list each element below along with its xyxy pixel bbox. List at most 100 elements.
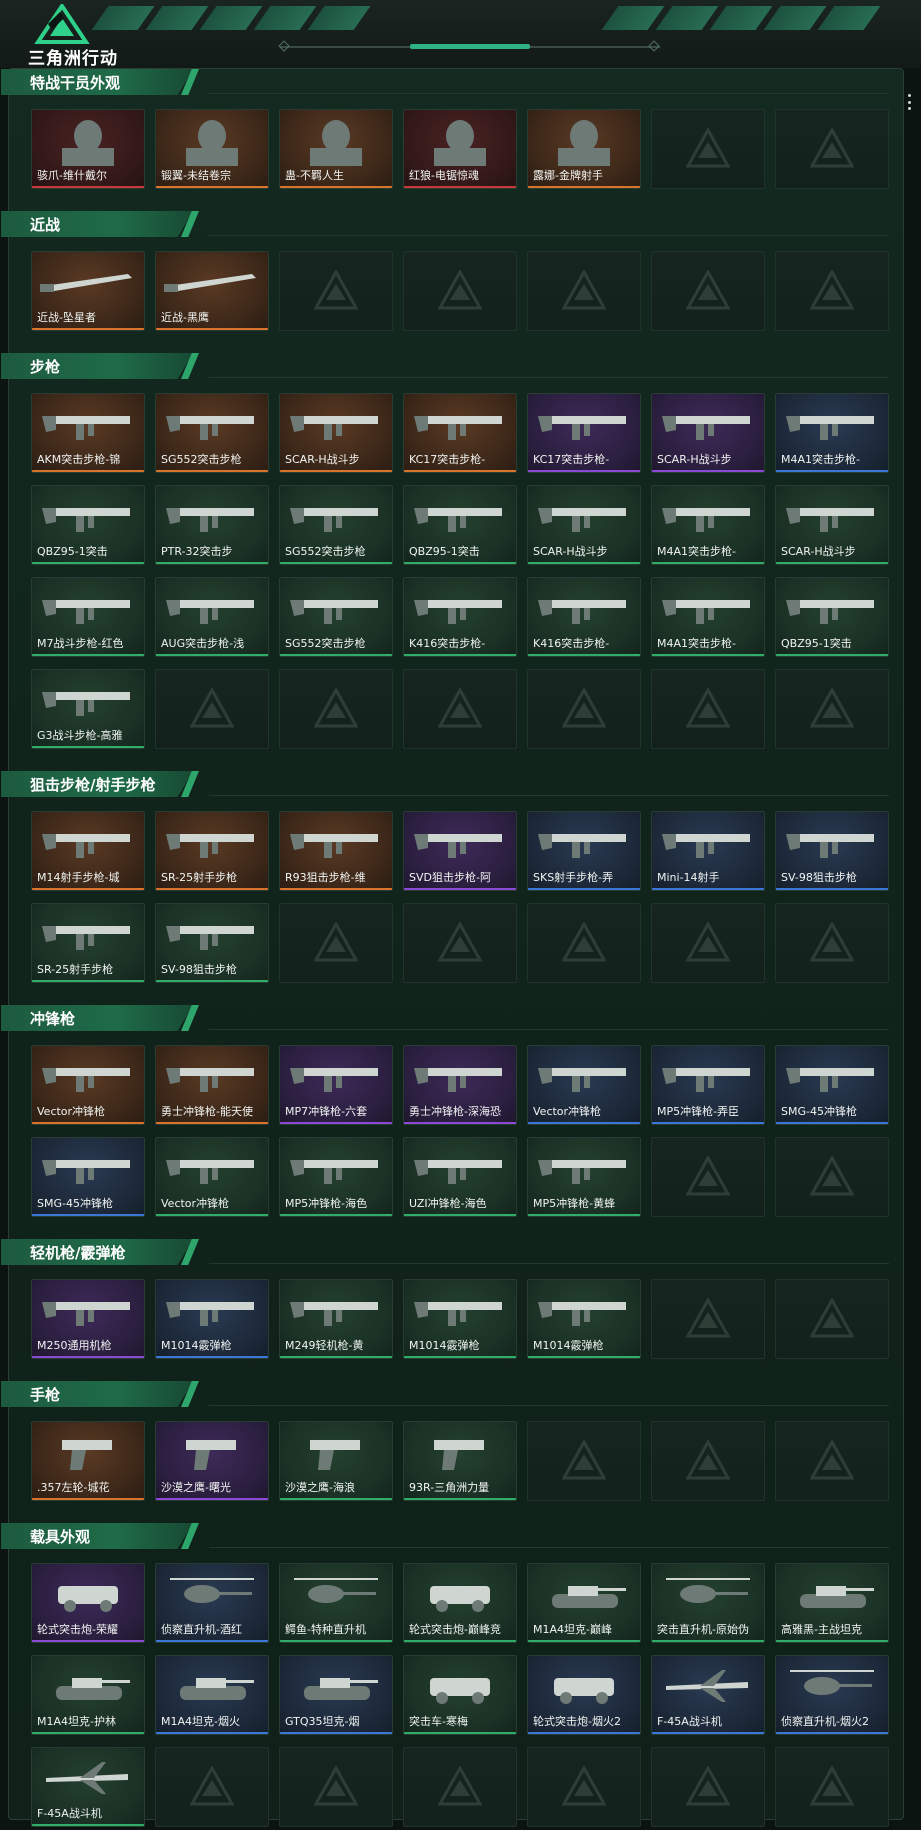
item-card[interactable]: 露娜-金牌射手 xyxy=(527,109,641,189)
placeholder-logo-icon xyxy=(810,922,854,962)
item-card[interactable]: 沙漠之鹰-海浪 xyxy=(279,1421,393,1501)
item-card[interactable]: AUG突击步枪-浅 xyxy=(155,577,269,657)
item-card[interactable]: M1014霰弹枪 xyxy=(155,1279,269,1359)
rarity-bar xyxy=(404,1732,516,1734)
item-card[interactable]: Vector冲锋枪 xyxy=(527,1045,641,1125)
item-card[interactable]: 近战-坠星者 xyxy=(31,251,145,331)
rarity-bar xyxy=(776,1122,888,1124)
rarity-bar xyxy=(156,562,268,564)
rarity-bar xyxy=(280,562,392,564)
item-card[interactable]: M4A1突击步枪- xyxy=(651,577,765,657)
item-card[interactable]: SCAR-H战斗步 xyxy=(651,393,765,473)
item-card[interactable]: 突击直升机-原始伪 xyxy=(651,1563,765,1643)
placeholder-logo-icon xyxy=(438,688,482,728)
item-card[interactable]: SVD狙击步枪-阿 xyxy=(403,811,517,891)
item-card[interactable]: 蛊-不羁人生 xyxy=(279,109,393,189)
item-card[interactable]: KC17突击步枪- xyxy=(527,393,641,473)
item-card[interactable]: 沙漠之鹰-曙光 xyxy=(155,1421,269,1501)
rifle-icon xyxy=(290,416,378,440)
item-card[interactable]: M14射手步枪-城 xyxy=(31,811,145,891)
item-card[interactable]: M1A4坦克-巅峰 xyxy=(527,1563,641,1643)
item-card[interactable]: M4A1突击步枪- xyxy=(775,393,889,473)
item-card[interactable]: SV-98狙击步枪 xyxy=(775,811,889,891)
shotgun-icon xyxy=(166,1302,254,1326)
item-card[interactable]: M7战斗步枪-红色 xyxy=(31,577,145,657)
item-card[interactable]: QBZ95-1突击 xyxy=(775,577,889,657)
item-card[interactable]: M1A4坦克-烟火 xyxy=(155,1655,269,1735)
tank-icon xyxy=(56,1678,130,1700)
item-card[interactable]: 锻翼-未结卷宗 xyxy=(155,109,269,189)
item-label: SMG-45冲锋枪 xyxy=(37,1197,113,1210)
item-label: M1014霰弹枪 xyxy=(533,1339,604,1352)
item-card[interactable]: SKS射手步枪-弄 xyxy=(527,811,641,891)
item-card[interactable]: 轮式突击炮-烟火2 xyxy=(527,1655,641,1735)
item-card[interactable]: K416突击步枪- xyxy=(527,577,641,657)
item-card[interactable]: M250通用机枪 xyxy=(31,1279,145,1359)
placeholder-logo-icon xyxy=(810,1156,854,1196)
item-card[interactable]: 鳄鱼-特种直升机 xyxy=(279,1563,393,1643)
item-card[interactable]: 近战-黑鹰 xyxy=(155,251,269,331)
item-card[interactable]: QBZ95-1突击 xyxy=(31,485,145,565)
item-card[interactable]: 轮式突击炮-巅峰竞 xyxy=(403,1563,517,1643)
item-card[interactable]: M1A4坦克-护林 xyxy=(31,1655,145,1735)
rarity-bar xyxy=(156,1214,268,1216)
item-label: MP7冲锋枪-六套 xyxy=(285,1105,368,1118)
item-card[interactable]: SCAR-H战斗步 xyxy=(279,393,393,473)
sniper-icon xyxy=(786,834,874,858)
item-card[interactable]: M4A1突击步枪- xyxy=(651,485,765,565)
item-card[interactable]: MP5冲锋枪-弄臣 xyxy=(651,1045,765,1125)
item-card[interactable]: 红狼-电锯惊魂 xyxy=(403,109,517,189)
item-card[interactable]: SMG-45冲锋枪 xyxy=(31,1137,145,1217)
item-card[interactable]: KC17突击步枪- xyxy=(403,393,517,473)
item-card[interactable]: MP5冲锋枪-黄蜂 xyxy=(527,1137,641,1217)
item-card[interactable]: M1014霰弹枪 xyxy=(403,1279,517,1359)
item-card[interactable]: SMG-45冲锋枪 xyxy=(775,1045,889,1125)
item-card[interactable]: PTR-32突击步 xyxy=(155,485,269,565)
item-card[interactable]: UZI冲锋枪-海色 xyxy=(403,1137,517,1217)
item-card[interactable]: SCAR-H战斗步 xyxy=(527,485,641,565)
empty-slot xyxy=(279,251,393,331)
item-card[interactable]: 侦察直升机-烟火2 xyxy=(775,1655,889,1735)
item-card[interactable]: SCAR-H战斗步 xyxy=(775,485,889,565)
item-card[interactable]: .357左轮-城花 xyxy=(31,1421,145,1501)
item-card[interactable]: SG552突击步枪 xyxy=(279,485,393,565)
item-card[interactable]: Vector冲锋枪 xyxy=(31,1045,145,1125)
rarity-bar xyxy=(528,470,640,472)
item-card[interactable]: SG552突击步枪 xyxy=(279,577,393,657)
item-card[interactable]: AKM突击步枪-锦 xyxy=(31,393,145,473)
item-card[interactable]: Vector冲锋枪 xyxy=(155,1137,269,1217)
section-7: 载具外观 轮式突击炮-荣耀 侦察直升机-酒红 鳄鱼-特种直升机 轮式突击炮-巅峰竞 M1A… xyxy=(1,1523,905,1830)
item-card[interactable]: 高雅黑-主战坦克 xyxy=(775,1563,889,1643)
section-header: 冲锋枪 xyxy=(1,1005,209,1031)
item-card[interactable]: Mini-14射手 xyxy=(651,811,765,891)
item-card[interactable]: SV-98狙击步枪 xyxy=(155,903,269,983)
item-card[interactable]: 勇士冲锋枪-深海恐 xyxy=(403,1045,517,1125)
item-card[interactable]: MP5冲锋枪-海色 xyxy=(279,1137,393,1217)
item-card[interactable]: F-45A战斗机 xyxy=(651,1655,765,1735)
item-card[interactable]: 93R-三角洲力量 xyxy=(403,1421,517,1501)
item-card[interactable]: G3战斗步枪-高雅 xyxy=(31,669,145,749)
item-card[interactable]: GTQ35坦克-烟 xyxy=(279,1655,393,1735)
item-card[interactable]: K416突击步枪- xyxy=(403,577,517,657)
section-title: 载具外观 xyxy=(30,1528,91,1546)
item-card[interactable]: SG552突击步枪 xyxy=(155,393,269,473)
more-options-icon[interactable] xyxy=(908,94,912,110)
item-card[interactable]: 勇士冲锋枪-能天使 xyxy=(155,1045,269,1125)
item-card[interactable]: M1014霰弹枪 xyxy=(527,1279,641,1359)
item-card[interactable]: QBZ95-1突击 xyxy=(403,485,517,565)
item-label: 鳄鱼-特种直升机 xyxy=(285,1623,366,1636)
rarity-bar xyxy=(156,654,268,656)
item-card[interactable]: 轮式突击炮-荣耀 xyxy=(31,1563,145,1643)
item-card[interactable]: 侦察直升机-酒红 xyxy=(155,1563,269,1643)
empty-slot xyxy=(403,669,517,749)
item-card[interactable]: 骇爪-维什戴尔 xyxy=(31,109,145,189)
item-card[interactable]: SR-25射手步枪 xyxy=(31,903,145,983)
item-label: Mini-14射手 xyxy=(657,871,720,884)
item-card[interactable]: M249轻机枪-黄 xyxy=(279,1279,393,1359)
item-card[interactable]: R93狙击步枪-维 xyxy=(279,811,393,891)
item-card[interactable]: F-45A战斗机 xyxy=(31,1747,145,1827)
item-card[interactable]: 突击车-寒梅 xyxy=(403,1655,517,1735)
item-card[interactable]: SR-25射手步枪 xyxy=(155,811,269,891)
item-label: SR-25射手步枪 xyxy=(37,963,114,976)
item-card[interactable]: MP7冲锋枪-六套 xyxy=(279,1045,393,1125)
